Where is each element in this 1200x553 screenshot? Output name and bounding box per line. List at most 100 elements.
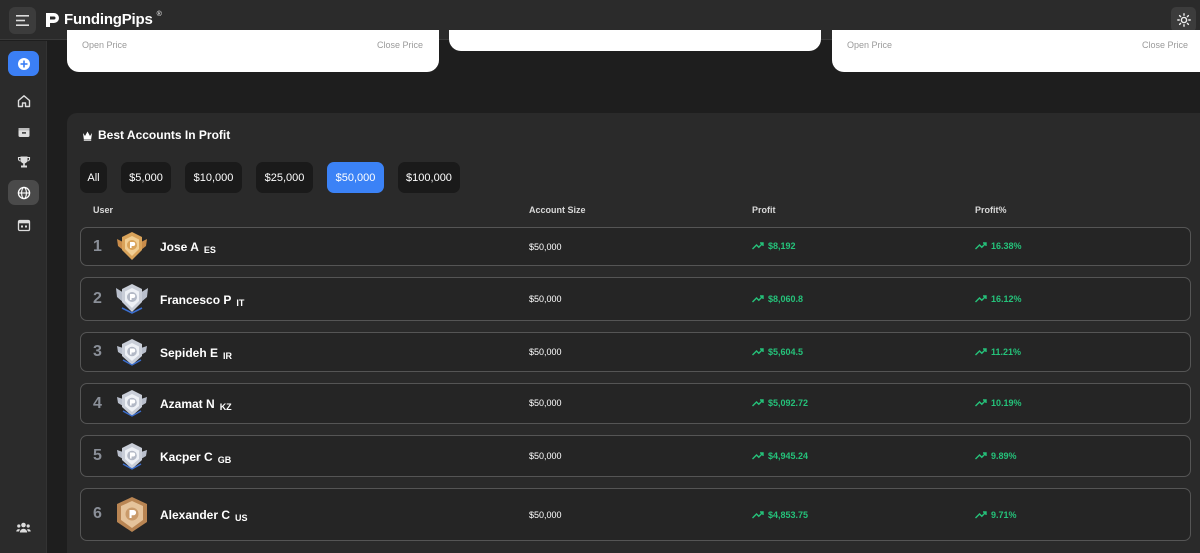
- country-code: ES: [203, 245, 216, 255]
- user-name: Azamat N KZ: [160, 397, 232, 412]
- trending-up-icon: [975, 242, 987, 250]
- profit-value: $8,060.8: [752, 294, 803, 304]
- silver-winged-badge-icon: [116, 284, 148, 314]
- profit-text: $4,945.24: [768, 451, 809, 461]
- country-code: GB: [217, 455, 232, 465]
- user-name: Kacper C GB: [160, 450, 232, 465]
- country-code: IR: [223, 351, 233, 361]
- table-row[interactable]: 1 Jose A ES $50,000 $8,192 16.38%: [80, 227, 1191, 266]
- table-row[interactable]: 2 Francesco P IT $50,000 $8,060.8 16.12%: [80, 277, 1191, 321]
- row-rank: 1: [93, 238, 102, 255]
- profit-value: $5,604.5: [752, 347, 803, 357]
- plus-circle-icon: [17, 57, 30, 70]
- panel-title-text: Best Accounts In Profit: [98, 128, 231, 142]
- profit-percent-text: 16.12%: [991, 294, 1022, 304]
- profit-percent-text: 9.89%: [991, 451, 1017, 461]
- profit-percent-value: 16.12%: [975, 294, 1022, 304]
- sidebar-item-home[interactable]: [8, 88, 39, 113]
- trending-up-icon: [975, 295, 987, 303]
- globe-icon: [17, 186, 30, 199]
- filter-50000[interactable]: $50,000: [327, 162, 384, 193]
- sidebar-item-new-challenge[interactable]: [8, 51, 39, 76]
- silver-badge-icon: [117, 443, 147, 470]
- column-header-profit[interactable]: Profit: [752, 205, 776, 215]
- registered-mark: ®: [156, 11, 162, 18]
- trending-up-icon: [752, 452, 764, 460]
- table-row[interactable]: 5 Kacper C GB $50,000 $4,945.24 9.89%: [80, 435, 1191, 477]
- trending-up-icon: [752, 348, 764, 356]
- profit-text: $5,092.72: [768, 398, 809, 408]
- row-rank: 3: [93, 343, 102, 360]
- panel-title: Best Accounts In Profit: [82, 128, 230, 142]
- filter-100000[interactable]: $100,000: [398, 162, 460, 193]
- trending-up-icon: [975, 452, 987, 460]
- users-icon: [16, 522, 31, 533]
- sidebar-item-calendar[interactable]: [8, 212, 39, 237]
- profit-text: $8,060.8: [768, 294, 804, 304]
- user-name: Alexander C US: [160, 508, 248, 523]
- brand-name: FundingPips: [64, 11, 153, 28]
- table-row[interactable]: 4 Azamat N KZ $50,000 $5,092.72 10.19%: [80, 383, 1191, 424]
- account-size: $50,000: [529, 294, 562, 304]
- sidebar-item-community[interactable]: [8, 515, 39, 540]
- sun-icon: [1176, 12, 1191, 27]
- trending-up-icon: [975, 348, 987, 356]
- account-size: $50,000: [529, 347, 562, 357]
- filter-all[interactable]: All: [80, 162, 107, 193]
- silver-badge-icon: [117, 390, 147, 417]
- column-header-profit-percent[interactable]: Profit%: [975, 205, 1007, 215]
- open-price-label: Open Price: [847, 40, 893, 50]
- profit-percent-value: 11.21%: [975, 347, 1021, 357]
- hamburger-icon: [16, 15, 29, 26]
- gold-badge-icon: [117, 232, 147, 260]
- price-card: Open Price Close Price: [67, 30, 439, 72]
- table-row[interactable]: 3 Sepideh E IR $50,000 $5,604.5 11.21%: [80, 332, 1191, 372]
- row-rank: 6: [93, 505, 102, 522]
- user-name-text: Sepideh E: [160, 346, 219, 360]
- account-size: $50,000: [529, 242, 562, 252]
- country-code: US: [235, 513, 248, 523]
- calendar-icon: [17, 219, 30, 231]
- best-accounts-panel: Best Accounts In Profit All $5,000 $10,0…: [67, 113, 1200, 553]
- filter-10000[interactable]: $10,000: [185, 162, 242, 193]
- sidebar: [0, 41, 47, 553]
- open-price-label: Open Price: [82, 40, 128, 50]
- profit-percent-text: 11.21%: [991, 347, 1022, 357]
- account-size: $50,000: [529, 510, 562, 520]
- profit-value: $4,945.24: [752, 451, 808, 461]
- user-name: Jose A ES: [160, 240, 216, 255]
- sidebar-item-competitions[interactable]: [8, 149, 39, 174]
- column-header-account-size[interactable]: Account Size: [529, 205, 586, 215]
- country-code: IT: [236, 298, 245, 308]
- silver-badge-icon: [117, 339, 147, 366]
- table-row[interactable]: 6 Alexander C US $50,000 $4,853.75 9.71%: [80, 488, 1191, 541]
- profit-percent-value: 9.89%: [975, 451, 1017, 461]
- profit-percent-value: 9.71%: [975, 510, 1017, 520]
- user-name-text: Azamat N: [160, 397, 215, 411]
- profit-percent-value: 16.38%: [975, 241, 1022, 251]
- user-name-text: Kacper C: [160, 450, 213, 464]
- menu-toggle-button[interactable]: [9, 7, 36, 34]
- profit-percent-text: 10.19%: [991, 398, 1022, 408]
- wallet-icon: [18, 127, 29, 137]
- trending-up-icon: [752, 295, 764, 303]
- profit-value: $8,192: [752, 241, 796, 251]
- sidebar-item-accounts[interactable]: [8, 119, 39, 144]
- profit-text: $8,192: [768, 241, 796, 251]
- user-name-text: Francesco P: [160, 293, 232, 307]
- trending-up-icon: [752, 242, 764, 250]
- trending-up-icon: [752, 511, 764, 519]
- crown-icon: [83, 131, 92, 141]
- filter-25000[interactable]: $25,000: [256, 162, 313, 193]
- theme-toggle-button[interactable]: [1171, 7, 1196, 32]
- row-rank: 4: [93, 395, 102, 412]
- trending-up-icon: [975, 399, 987, 407]
- profit-text: $4,853.75: [768, 510, 809, 520]
- trending-up-icon: [975, 511, 987, 519]
- brand-logo[interactable]: FundingPips ®: [45, 11, 162, 28]
- row-rank: 2: [93, 290, 102, 307]
- filter-5000[interactable]: $5,000: [121, 162, 171, 193]
- user-name-text: Alexander C: [160, 508, 231, 522]
- sidebar-item-leaderboard[interactable]: [8, 180, 39, 205]
- column-header-user[interactable]: User: [93, 205, 113, 215]
